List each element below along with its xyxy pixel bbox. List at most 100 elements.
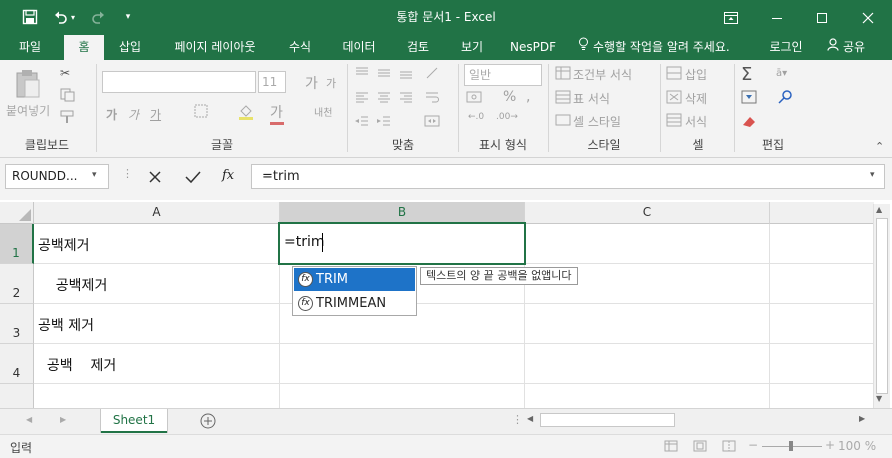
paste-icon[interactable]: [14, 68, 42, 103]
close-icon[interactable]: [845, 0, 891, 35]
autocomplete-item-trim[interactable]: fx TRIM: [294, 268, 415, 291]
autocomplete-item-trimmean[interactable]: fx TRIMMEAN: [294, 292, 415, 315]
tab-data[interactable]: 데이터: [332, 35, 386, 60]
align-center-icon[interactable]: [376, 90, 392, 107]
align-bottom-icon[interactable]: [398, 66, 414, 83]
border-icon[interactable]: [194, 104, 208, 121]
sheet-tab-sheet1[interactable]: Sheet1: [101, 409, 167, 433]
insert-cells-icon[interactable]: [666, 66, 682, 83]
cut-icon[interactable]: ✂: [60, 66, 70, 80]
conditional-format-button[interactable]: 조건부 서식: [573, 66, 632, 83]
font-name-dropdown[interactable]: [102, 71, 256, 93]
number-format-dropdown[interactable]: 일반: [464, 64, 542, 86]
row-header-5[interactable]: [0, 384, 34, 408]
prev-sheet-icon[interactable]: ◀: [26, 415, 32, 424]
format-cells-icon[interactable]: [666, 113, 682, 130]
align-right-icon[interactable]: [398, 90, 414, 107]
sort-filter-icon[interactable]: ā▾: [776, 68, 787, 79]
tab-split-grip-icon[interactable]: ⋮: [512, 413, 523, 426]
scroll-down-icon[interactable]: ▼: [876, 394, 882, 403]
cell-c1[interactable]: [525, 224, 770, 264]
enter-icon[interactable]: [185, 170, 201, 187]
vertical-scrollbar[interactable]: ▲ ▼: [873, 204, 890, 408]
align-middle-icon[interactable]: [376, 66, 392, 83]
cell-c5[interactable]: [525, 384, 770, 408]
insert-function-icon[interactable]: fx: [222, 168, 234, 183]
cell-d5[interactable]: [770, 384, 874, 408]
increase-decimal-icon[interactable]: ←.0: [468, 112, 484, 122]
increase-indent-icon[interactable]: [376, 114, 392, 131]
select-all-corner[interactable]: [0, 202, 34, 224]
cell-a4[interactable]: 공백 제거: [34, 344, 280, 384]
cancel-icon[interactable]: [148, 170, 162, 187]
format-table-icon[interactable]: [555, 90, 571, 107]
tell-me-box[interactable]: 수행할 작업을 알려 주세요.: [578, 35, 750, 60]
insert-cells-button[interactable]: 삽입: [685, 66, 707, 83]
ribbon-display-icon[interactable]: [708, 0, 754, 35]
row-header-3[interactable]: 3: [0, 304, 34, 344]
cell-d1[interactable]: [770, 224, 874, 264]
tab-insert[interactable]: 삽입: [108, 35, 152, 60]
clear-icon[interactable]: [741, 114, 757, 131]
cell-c3[interactable]: [525, 304, 770, 344]
tab-review[interactable]: 검토: [396, 35, 440, 60]
next-sheet-icon[interactable]: ▶: [60, 415, 66, 424]
maximize-icon[interactable]: [799, 0, 845, 35]
zoom-out-button[interactable]: −: [748, 438, 758, 452]
normal-view-icon[interactable]: [664, 440, 678, 455]
formula-input[interactable]: =trim: [251, 164, 885, 189]
row-header-4[interactable]: 4: [0, 344, 34, 384]
italic-button[interactable]: 가: [128, 106, 139, 123]
vertical-scroll-thumb[interactable]: [876, 218, 888, 394]
cell-d4[interactable]: [770, 344, 874, 384]
scroll-up-icon[interactable]: ▲: [876, 205, 882, 214]
format-table-button[interactable]: 표 서식: [573, 90, 610, 107]
shrink-font-button[interactable]: 가: [326, 75, 336, 91]
delete-cells-icon[interactable]: [666, 90, 682, 107]
orientation-icon[interactable]: [424, 66, 440, 83]
underline-button[interactable]: 가: [150, 106, 161, 123]
worksheet-grid[interactable]: A B C 1 2 3 4 공백제거 공백제거 공백 제거 공백 제거 =tri…: [0, 200, 892, 408]
font-color-icon[interactable]: 가: [270, 102, 284, 125]
cell-styles-button[interactable]: 셀 스타일: [573, 113, 621, 130]
delete-cells-button[interactable]: 삭제: [685, 90, 707, 107]
comma-button[interactable]: ,: [526, 89, 530, 105]
cell-b4[interactable]: [280, 344, 525, 384]
align-left-icon[interactable]: [354, 90, 370, 107]
collapse-ribbon-icon[interactable]: ⌃: [875, 140, 884, 153]
wrap-text-icon[interactable]: [424, 90, 440, 107]
column-header-c[interactable]: C: [525, 202, 770, 224]
share-button[interactable]: 공유: [816, 35, 876, 60]
bold-button[interactable]: 가: [106, 106, 117, 123]
cell-a2[interactable]: 공백제거: [34, 264, 280, 304]
cell-a5[interactable]: [34, 384, 280, 408]
column-header-d[interactable]: [770, 202, 874, 224]
phonetic-button[interactable]: 내천: [314, 104, 332, 119]
decrease-decimal-icon[interactable]: .00→: [496, 112, 518, 122]
find-select-icon[interactable]: [778, 90, 794, 107]
scroll-left-icon[interactable]: ◀: [527, 414, 533, 423]
cell-d2[interactable]: [770, 264, 874, 304]
tab-file[interactable]: 파일: [8, 35, 52, 60]
autosum-icon[interactable]: Σ: [741, 64, 752, 85]
conditional-format-icon[interactable]: [555, 66, 571, 83]
format-painter-icon[interactable]: [60, 110, 76, 127]
name-box-dropdown-icon[interactable]: ▾: [92, 170, 97, 180]
cell-a3[interactable]: 공백 제거: [34, 304, 280, 344]
page-break-view-icon[interactable]: [722, 440, 736, 455]
row-header-2[interactable]: 2: [0, 264, 34, 304]
cell-a1[interactable]: 공백제거: [34, 224, 280, 264]
active-cell-editor[interactable]: =trim: [278, 222, 526, 265]
column-header-b[interactable]: B: [280, 202, 525, 224]
merge-center-icon[interactable]: [424, 114, 440, 131]
tab-home[interactable]: 홈: [64, 35, 104, 60]
page-layout-view-icon[interactable]: [693, 440, 707, 455]
decrease-indent-icon[interactable]: [354, 114, 370, 131]
column-header-a[interactable]: A: [34, 202, 280, 224]
cell-styles-icon[interactable]: [555, 113, 571, 130]
percent-button[interactable]: %: [503, 89, 516, 105]
fill-icon[interactable]: [741, 90, 757, 107]
align-top-icon[interactable]: [354, 66, 370, 83]
copy-icon[interactable]: [60, 88, 76, 105]
zoom-slider-thumb[interactable]: [789, 441, 793, 451]
